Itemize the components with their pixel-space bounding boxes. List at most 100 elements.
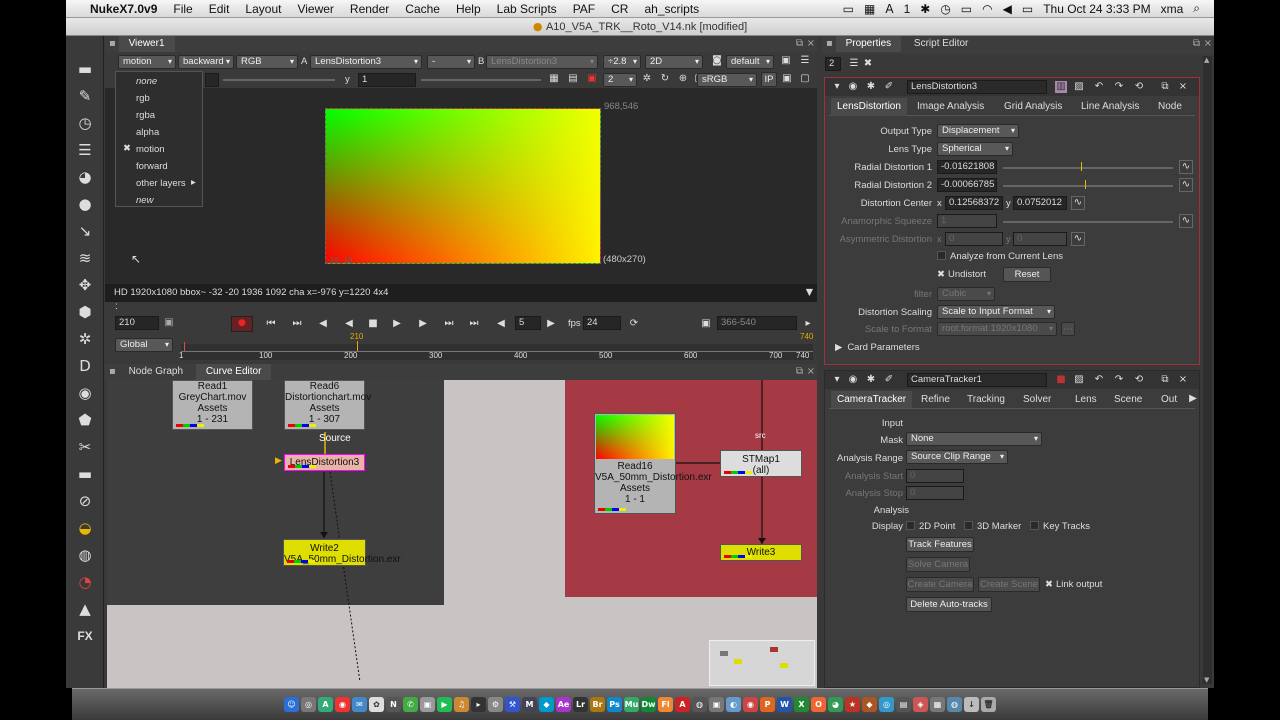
output-type-select[interactable]: Displacement <box>937 124 1019 138</box>
gamma-icon[interactable]: ✲ <box>641 73 653 85</box>
app8-icon[interactable]: ◎ <box>879 697 894 712</box>
distortion-scaling-select[interactable]: Scale to Input Format <box>937 305 1055 319</box>
ps-icon[interactable]: Ps <box>607 697 622 712</box>
play-forward-icon[interactable]: ▶ <box>391 318 403 330</box>
analyze-checkbox[interactable]: Analyze from Current Lens <box>937 250 1063 262</box>
colorspace-select[interactable]: sRGB <box>697 73 757 87</box>
menu-help[interactable]: Help <box>448 2 489 16</box>
furnace-tool-icon[interactable]: ⊘ <box>72 490 98 512</box>
y-slider[interactable] <box>421 79 541 81</box>
app9-icon[interactable]: ▤ <box>896 697 911 712</box>
radial-distortion-1-slider[interactable] <box>1003 167 1173 169</box>
menu-item-new[interactable]: new <box>136 195 153 206</box>
card-parameters-group[interactable]: ▶ Card Parameters <box>835 342 920 353</box>
float-icon[interactable]: ⧉ <box>1193 36 1200 52</box>
float-icon[interactable]: ⧉ <box>1159 374 1171 386</box>
tab-lens[interactable]: Lens <box>1075 391 1097 408</box>
tab-script-editor[interactable]: Script Editor <box>904 36 978 52</box>
redo-icon[interactable]: ↷ <box>1113 81 1125 93</box>
in-marker[interactable] <box>184 342 185 351</box>
key-tracks-check[interactable] <box>1030 520 1039 530</box>
scroll-down-icon[interactable]: ▼ <box>1204 676 1209 684</box>
metadata-tool-icon[interactable]: ⬟ <box>72 409 98 431</box>
max-panels-field[interactable]: 2 <box>825 57 841 71</box>
dw-icon[interactable]: Dw <box>641 697 656 712</box>
app7-icon[interactable]: ◆ <box>862 697 877 712</box>
node-name-field[interactable]: CameraTracker1 <box>907 373 1047 387</box>
maya-icon[interactable]: M <box>522 697 537 712</box>
menu-item-rgb[interactable]: rgb <box>136 93 150 104</box>
viewer-canvas[interactable]: 968,546 (480x270) -16,-10 ↖ <box>105 88 817 284</box>
ocula-tool-icon[interactable]: ◍ <box>72 544 98 566</box>
step-forward-icon[interactable]: ▶ <box>545 318 557 330</box>
center-node-icon[interactable]: ◉ <box>847 374 859 386</box>
step-field[interactable]: 5 <box>515 316 541 330</box>
app6-icon[interactable]: ★ <box>845 697 860 712</box>
facetime-icon[interactable]: ▶ <box>437 697 452 712</box>
preview-icon[interactable]: ▣ <box>420 697 435 712</box>
redo-icon[interactable]: ↷ <box>1113 374 1125 386</box>
dropbox-icon[interactable]: ◆ <box>539 697 554 712</box>
filter-select[interactable]: Cubic <box>937 287 995 301</box>
prev-keyframe-icon[interactable]: ⏭ <box>291 318 303 330</box>
menubar-clock[interactable]: Thu Oct 24 3:33 PM <box>1043 2 1150 16</box>
fps-field[interactable]: 24 <box>583 316 621 330</box>
key-tracks-checkbox[interactable]: Key Tracks <box>1030 520 1090 532</box>
terminal-icon[interactable]: ▸ <box>471 697 486 712</box>
color-swatch2-icon[interactable]: ▨ <box>1073 374 1085 386</box>
create-scene-button[interactable]: Create Scene <box>978 577 1040 592</box>
y-field[interactable]: 1 <box>358 73 416 87</box>
x-slider[interactable] <box>223 79 335 81</box>
keyer-tool-icon[interactable]: ↘ <box>72 220 98 242</box>
downloads-icon[interactable]: ↓ <box>964 697 979 712</box>
help-icon[interactable]: ✐ <box>883 81 895 93</box>
panel-grip-icon[interactable]: ▪ <box>826 38 833 49</box>
close-icon[interactable]: × <box>807 36 815 52</box>
float-icon[interactable]: ⧉ <box>796 36 803 52</box>
menu-cr[interactable]: CR <box>603 2 636 16</box>
node-graph-minimap[interactable] <box>709 640 815 686</box>
other-tool-icon[interactable]: ▬ <box>72 463 98 485</box>
image-tool-icon[interactable]: ▬ <box>72 58 98 80</box>
close-icon[interactable]: × <box>807 364 815 380</box>
custom-tool-icon[interactable]: ◔ <box>72 571 98 593</box>
trash-icon[interactable]: 🗑 <box>981 697 996 712</box>
asymmetric-y[interactable]: 0 <box>1013 232 1067 246</box>
safari-icon[interactable]: ◎ <box>301 697 316 712</box>
next-keyframe-icon[interactable]: ⏭ <box>443 318 455 330</box>
menu-paf[interactable]: PAF <box>565 2 603 16</box>
menu-edit[interactable]: Edit <box>201 2 238 16</box>
channels-select[interactable]: RGB <box>236 55 298 69</box>
app4-icon[interactable]: ◉ <box>743 697 758 712</box>
camera-icon[interactable]: ◙ <box>711 55 723 67</box>
merge-tool-icon[interactable]: ≋ <box>72 247 98 269</box>
menu-item-rgba[interactable]: rgba <box>136 110 155 121</box>
node-name-field[interactable]: LensDistortion3 <box>907 80 1047 94</box>
menu-item-motion[interactable]: motion <box>136 144 165 155</box>
toolsets-tool-icon[interactable]: ✂ <box>72 436 98 458</box>
app3-icon[interactable]: ◐ <box>726 697 741 712</box>
color-swatch-icon[interactable]: ▥ <box>1055 81 1067 93</box>
float-icon[interactable]: ⧉ <box>1159 81 1171 93</box>
fl-icon[interactable]: Fl <box>658 697 673 712</box>
frame-field[interactable]: 210 <box>115 316 159 330</box>
menu-viewer[interactable]: Viewer <box>289 2 341 16</box>
scroll-up-icon[interactable]: ▲ <box>1204 56 1209 64</box>
overlay-icon[interactable]: ▣ <box>781 73 793 85</box>
tab-scene[interactable]: Scene <box>1114 391 1142 408</box>
view-mode-select[interactable]: 2D <box>645 55 703 69</box>
3d-marker-check[interactable] <box>964 520 973 530</box>
app12-icon[interactable]: ◍ <box>947 697 962 712</box>
analysis-start-field[interactable]: 0 <box>906 469 964 483</box>
deep-tool-icon[interactable]: D <box>72 355 98 377</box>
curve-icon[interactable]: ∿ <box>1179 160 1193 174</box>
mail-icon[interactable]: ✉ <box>352 697 367 712</box>
tab-solver[interactable]: Solver <box>1023 391 1051 408</box>
tab-viewer1[interactable]: Viewer1 <box>118 36 175 52</box>
b-input-select[interactable]: LensDistortion3 <box>486 55 598 69</box>
lock-icon[interactable]: ▢ <box>799 73 811 85</box>
photos-icon[interactable]: ✿ <box>369 697 384 712</box>
mu-icon[interactable]: Mu <box>624 697 639 712</box>
slider-handle[interactable] <box>1085 180 1086 189</box>
spotlight-icon[interactable]: ⌕ <box>1193 1 1200 16</box>
